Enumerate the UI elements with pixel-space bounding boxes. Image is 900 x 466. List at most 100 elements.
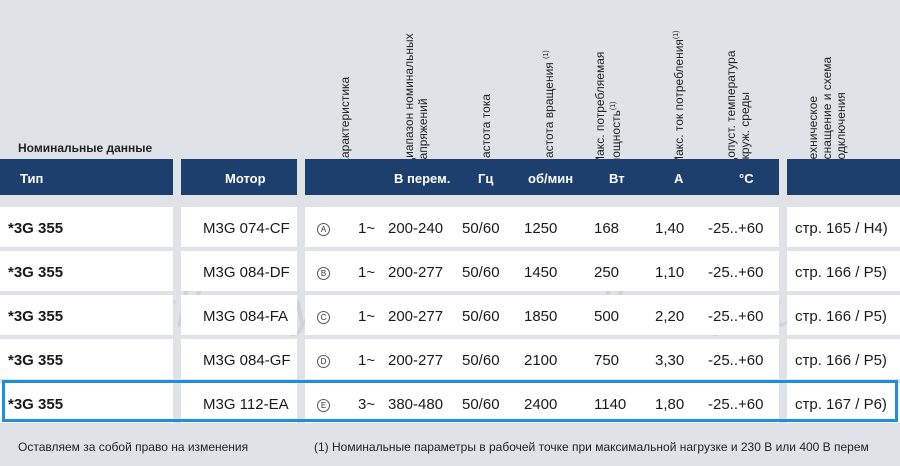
freq-cell: 50/60: [462, 308, 500, 325]
header-current: А: [674, 171, 684, 186]
table-row: *3G 355: [0, 383, 173, 423]
temp-cell: -25..+60: [708, 308, 764, 325]
type-cell: *3G 355: [8, 264, 64, 281]
vheader-characteristic: Характеристика: [338, 76, 352, 166]
table-row: *3G 355: [0, 251, 173, 291]
temp-cell: -25..+60: [708, 352, 764, 369]
current-cell: 3,30: [655, 352, 685, 369]
freq-cell: 50/60: [462, 396, 500, 413]
header-speed: об/мин: [528, 171, 574, 186]
vheader-power: Макс. потребляемая мощность(1): [593, 51, 623, 166]
current-cell: 1,80: [655, 396, 685, 413]
table-row: стр. 167 / P6): [787, 383, 900, 423]
curve-badge: B: [317, 251, 330, 291]
table-row: стр. 166 / P5): [787, 251, 900, 291]
freq-cell: 50/60: [462, 352, 500, 369]
motor-cell: M3G 084-DF: [203, 264, 290, 281]
table-row: стр. 166 / P5): [787, 295, 900, 335]
table-row: M3G 084-GF: [181, 339, 297, 379]
voltage-cell: 380-480: [388, 396, 444, 413]
table-row: M3G 084-FA: [181, 295, 297, 335]
voltage-cell: 200-240: [388, 220, 444, 237]
header-type: Тип: [20, 171, 44, 186]
voltage-cell: 200-277: [388, 264, 444, 281]
ref-cell: стр. 166 / P5): [795, 308, 887, 325]
power-cell: 500: [594, 308, 620, 325]
footer-disclaimer: Оставляем за собой право на изменения: [18, 440, 249, 454]
power-cell: 250: [594, 264, 620, 281]
temp-cell: -25..+60: [708, 396, 764, 413]
table-row: A 1~ 200-240 50/60 1250 168 1,40 -25..+60: [305, 207, 779, 247]
curve-circle-icon: E: [317, 398, 330, 412]
speed-cell: 1250: [524, 220, 558, 237]
vheader-speed: Частота вращения (1): [542, 50, 556, 166]
header-power: Вт: [609, 171, 625, 186]
freq-cell: 50/60: [462, 264, 500, 281]
type-cell: *3G 355: [8, 396, 64, 413]
phase-cell: 1~: [358, 220, 376, 237]
ref-cell: стр. 167 / P6): [795, 396, 887, 413]
table-row: M3G 112-EA: [181, 383, 297, 423]
header-freq: Гц: [478, 171, 494, 186]
speed-cell: 2400: [524, 396, 558, 413]
ref-cell: стр. 166 / P5): [795, 352, 887, 369]
phase-cell: 3~: [358, 396, 376, 413]
table-row: M3G 074-CF: [181, 207, 297, 247]
motor-cell: M3G 084-GF: [203, 352, 291, 369]
header-type-block: Тип: [0, 159, 173, 195]
table-row: C 1~ 200-277 50/60 1850 500 2,20 -25..+60: [305, 295, 779, 335]
vheader-tech: Техническое оснащение и схема подключени…: [806, 56, 848, 166]
vheader-frequency: Частота тока: [479, 93, 493, 166]
table-row: *3G 355: [0, 295, 173, 335]
curve-circle-icon: A: [317, 222, 330, 236]
motor-cell: M3G 074-CF: [203, 220, 290, 237]
temp-cell: -25..+60: [708, 220, 764, 237]
header-motor: Мотор: [225, 171, 266, 186]
curve-circle-icon: D: [317, 354, 330, 368]
temp-cell: -25..+60: [708, 264, 764, 281]
phase-cell: 1~: [358, 308, 376, 325]
speed-cell: 1850: [524, 308, 558, 325]
table-row: стр. 165 / H4): [787, 207, 900, 247]
vheader-current: Макс. ток потребления(1): [672, 30, 686, 167]
phase-cell: 1~: [358, 264, 376, 281]
type-cell: *3G 355: [8, 352, 64, 369]
vheader-voltage-range: Диапазон номинальных напряжений: [402, 33, 430, 166]
current-cell: 1,40: [655, 220, 685, 237]
current-cell: 1,10: [655, 264, 685, 281]
section-title: Номинальные данные: [18, 141, 153, 155]
header-tech-block: [787, 159, 900, 195]
curve-badge: A: [317, 207, 330, 247]
table-row: B 1~ 200-277 50/60 1450 250 1,10 -25..+60: [305, 251, 779, 291]
curve-badge: E: [317, 383, 330, 423]
table-row: *3G 355: [0, 339, 173, 379]
power-cell: 1140: [594, 396, 627, 413]
type-cell: *3G 355: [8, 308, 64, 325]
motor-cell: M3G 112-EA: [203, 396, 289, 413]
footer-note: (1) Номинальные параметры в рабочей точк…: [314, 440, 869, 454]
curve-badge: D: [317, 339, 330, 379]
table-row: M3G 084-DF: [181, 251, 297, 291]
motor-cell: M3G 084-FA: [203, 308, 289, 325]
table-row: D 1~ 200-277 50/60 2100 750 3,30 -25..+60: [305, 339, 779, 379]
vheader-temperature: Допуст. температура окруж. среды: [724, 50, 752, 166]
ref-cell: стр. 165 / H4): [795, 220, 888, 237]
curve-circle-icon: B: [317, 266, 330, 280]
freq-cell: 50/60: [462, 220, 500, 237]
table-row: стр. 166 / P5): [787, 339, 900, 379]
table-row: E 3~ 380-480 50/60 2400 1140 1,80 -25..+60: [305, 383, 779, 423]
voltage-cell: 200-277: [388, 352, 444, 369]
current-cell: 2,20: [655, 308, 685, 325]
header-motor-block: Мотор: [181, 159, 297, 195]
header-voltage: В перем.: [394, 171, 451, 186]
ref-cell: стр. 166 / P5): [795, 264, 887, 281]
speed-cell: 2100: [524, 352, 558, 369]
header-data-block: В перем. Гц об/мин Вт А °C: [305, 159, 779, 195]
curve-badge: C: [317, 295, 330, 335]
header-temp: °C: [739, 171, 754, 186]
type-cell: *3G 355: [8, 220, 64, 237]
speed-cell: 1450: [524, 264, 558, 281]
phase-cell: 1~: [358, 352, 376, 369]
curve-circle-icon: C: [317, 310, 330, 324]
voltage-cell: 200-277: [388, 308, 444, 325]
